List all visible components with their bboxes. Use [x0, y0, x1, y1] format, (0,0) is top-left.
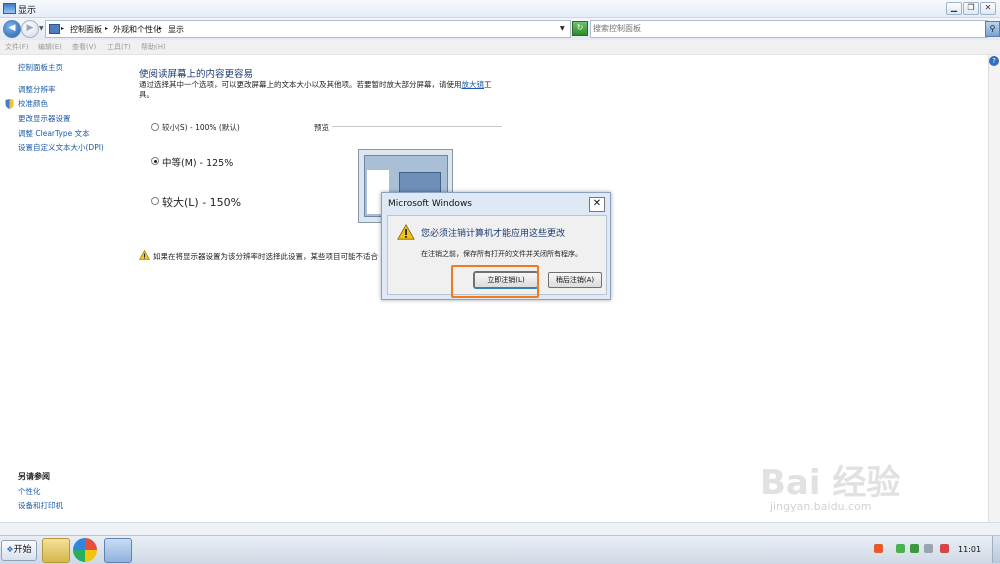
sidebar-item-custom-dpi[interactable]: 设置自定义文本大小(DPI)	[18, 142, 104, 153]
title-bar: 显示 ▁ ❐ ✕	[0, 0, 1000, 18]
status-strip	[0, 522, 1000, 536]
vertical-scrollbar[interactable]: ?	[988, 55, 1000, 522]
volume-icon[interactable]	[940, 544, 949, 553]
forward-arrow-icon[interactable]: ▶	[21, 20, 39, 38]
sidebar-item-change-display-settings[interactable]: 更改显示器设置	[18, 113, 71, 124]
menu-view[interactable]: 查看(V)	[72, 42, 96, 52]
window-title: 显示	[18, 6, 37, 16]
preview-label: 预览	[314, 123, 329, 132]
breadcrumb-appearance[interactable]: 外观和个性化	[113, 24, 161, 35]
menu-file[interactable]: 文件(F)	[5, 42, 29, 52]
address-toolbar: ◀ ▶ ▼ ▸ 控制面板 ▸ 外观和个性化 ▸ 显示 ▼ ↻ ⚲	[0, 18, 1000, 40]
radio-smaller[interactable]	[151, 123, 159, 131]
sidebar-item-adjust-resolution[interactable]: 调整分辨率	[18, 84, 56, 95]
windows-logo-icon: ❖	[6, 545, 14, 554]
breadcrumb-separator-icon[interactable]: ▸	[159, 25, 162, 32]
history-dropdown-icon[interactable]: ▼	[39, 25, 44, 32]
show-desktop-button[interactable]	[992, 536, 1000, 563]
option-medium-label[interactable]: 中等(M) - 125%	[162, 155, 233, 169]
back-arrow-icon[interactable]: ◀	[3, 20, 21, 38]
start-label: 开始	[13, 545, 32, 555]
help-icon[interactable]: ?	[989, 56, 999, 66]
see-also-heading: 另请参阅	[18, 472, 50, 481]
network-icon[interactable]	[896, 544, 905, 553]
see-also-personalization[interactable]: 个性化	[18, 486, 41, 497]
control-panel-icon	[49, 24, 60, 34]
sidebar-item-calibrate-color[interactable]: 校准颜色	[18, 98, 48, 109]
menu-help[interactable]: 帮助(H)	[141, 42, 166, 52]
taskbar: ❖开始 11:01	[0, 535, 1000, 564]
page-description: 通过选择其中一个选项，可以更改屏幕上的文本大小以及其他项。若要暂时放大部分屏幕，…	[139, 80, 499, 100]
start-button[interactable]: ❖开始	[1, 540, 37, 561]
display-window-icon[interactable]	[104, 538, 132, 563]
logoff-later-button[interactable]: 稍后注销(A)	[548, 272, 602, 288]
breadcrumb-separator-icon: ▸	[61, 25, 65, 32]
magnifier-link[interactable]: 放大镜	[462, 80, 485, 89]
security-shield-icon[interactable]	[910, 544, 919, 553]
display-app-icon	[3, 3, 16, 14]
restore-button[interactable]: ❐	[963, 2, 979, 15]
search-input[interactable]	[593, 22, 963, 34]
clock[interactable]: 11:01	[958, 545, 981, 554]
watermark-logo: Bai 经验	[760, 463, 901, 503]
refresh-icon[interactable]: ↻	[572, 21, 588, 36]
minimize-button[interactable]: ▁	[946, 2, 962, 15]
close-window-button[interactable]: ✕	[980, 2, 996, 15]
preview-divider	[332, 126, 502, 127]
warning-text: 如果在将显示器设置为该分辨率时选择此设置，某些项目可能不适合	[153, 252, 378, 261]
pinwheel-app-icon[interactable]	[73, 538, 97, 562]
watermark-url: jingyan.baidu.com	[770, 500, 872, 513]
dialog-close-icon[interactable]: ✕	[589, 197, 605, 212]
search-box[interactable]	[590, 20, 988, 38]
description-text: 通过选择其中一个选项，可以更改屏幕上的文本大小以及其他项。若要暂时放大部分屏幕，…	[139, 80, 462, 89]
highlight-box	[451, 265, 539, 298]
address-dropdown-icon[interactable]: ▼	[560, 25, 565, 32]
breadcrumb-separator-icon[interactable]: ▸	[105, 25, 108, 32]
warning-icon	[397, 224, 415, 240]
breadcrumb-display[interactable]: 显示	[168, 24, 184, 35]
warning-icon	[139, 250, 150, 260]
breadcrumb-control-panel[interactable]: 控制面板	[70, 24, 102, 35]
dialog-title: Microsoft Windows	[388, 199, 472, 209]
option-larger-label[interactable]: 较大(L) - 150%	[162, 194, 241, 210]
option-smaller-label[interactable]: 较小(S) - 100% (默认)	[162, 122, 240, 133]
dialog-message: 您必须注销计算机才能应用这些更改	[421, 229, 566, 239]
explorer-folder-icon[interactable]	[42, 538, 70, 563]
menu-bar: 文件(F) 编辑(E) 查看(V) 工具(T) 帮助(H)	[0, 40, 1000, 55]
see-also-devices-printers[interactable]: 设备和打印机	[18, 500, 63, 511]
shield-icon	[5, 99, 14, 109]
address-bar[interactable]: ▸ 控制面板 ▸ 外观和个性化 ▸ 显示 ▼	[45, 20, 571, 38]
dialog-submessage: 在注销之前，保存所有打开的文件并关闭所有程序。	[421, 250, 582, 258]
input-method-icon[interactable]	[874, 544, 883, 553]
search-icon[interactable]: ⚲	[985, 21, 1000, 37]
radio-medium[interactable]	[151, 157, 159, 165]
sidebar-control-panel-home[interactable]: 控制面板主页	[18, 62, 63, 73]
page-title: 使阅读屏幕上的内容更容易	[139, 69, 254, 80]
menu-edit[interactable]: 编辑(E)	[38, 42, 62, 52]
menu-tools[interactable]: 工具(T)	[107, 42, 131, 52]
sidebar-item-cleartype[interactable]: 调整 ClearType 文本	[18, 128, 90, 139]
radio-larger[interactable]	[151, 197, 159, 205]
signal-icon[interactable]	[924, 544, 933, 553]
